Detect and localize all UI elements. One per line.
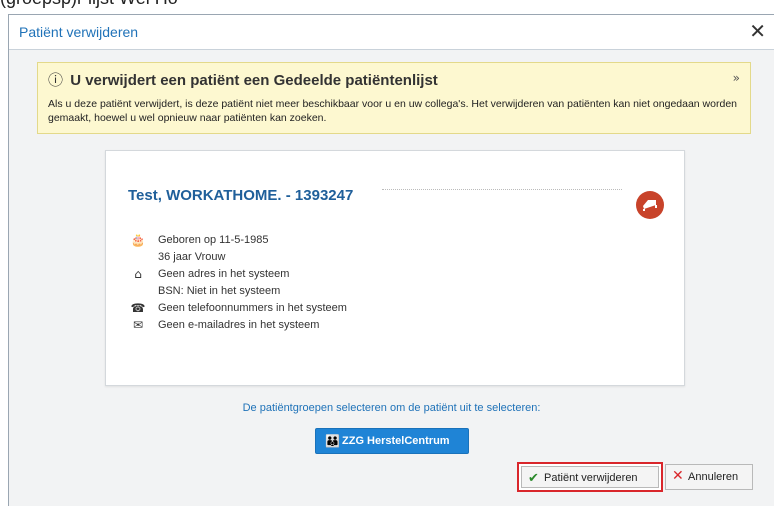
- delete-patient-dialog: Patiënt verwijderen ✕ ⓘ U verwijdert een…: [8, 14, 774, 506]
- phone-icon: ☎: [130, 301, 146, 315]
- patient-group-button[interactable]: 👪 ZZG HerstelCentrum: [315, 428, 469, 454]
- cancel-button-label: Annuleren: [688, 471, 739, 483]
- bsn: BSN: Niet in het systeem: [158, 285, 281, 297]
- home-icon: ⌂: [134, 267, 142, 281]
- warning-title: U verwijdert een patiënt een Gedeelde pa…: [70, 72, 438, 89]
- patient-name: Test, WORKATHOME. - 1393247: [128, 187, 354, 204]
- dialog-title: Patiënt verwijderen: [19, 24, 139, 40]
- warning-body: Als u deze patiënt verwijdert, is deze p…: [48, 98, 737, 124]
- delete-patient-button[interactable]: ✔ Patiënt verwijderen: [517, 462, 663, 492]
- birthday-cake-icon: 🎂: [130, 233, 146, 247]
- info-icon: ⓘ: [48, 71, 64, 89]
- warning-title-row: ⓘ U verwijdert een patiënt een Gedeelde …: [48, 69, 438, 90]
- email-icon: ✉: [132, 318, 144, 332]
- dialog-body: ⓘ U verwijdert een patiënt een Gedeelde …: [9, 50, 774, 506]
- age-gender: 36 jaar Vrouw: [158, 251, 226, 263]
- background-page-text: (groepsp)r lijst Wel Ho: [0, 0, 178, 9]
- cancel-x-icon: ✕: [672, 468, 684, 484]
- patient-card: Test, WORKATHOME. - 1393247 🎂 Geboren op…: [105, 150, 685, 386]
- bed-icon: [636, 191, 664, 219]
- email: Geen e-mailadres in het systeem: [158, 319, 320, 331]
- collapse-chevron-icon[interactable]: »: [733, 71, 740, 85]
- address: Geen adres in het systeem: [158, 268, 290, 280]
- delete-button-inner: ✔ Patiënt verwijderen: [521, 466, 659, 488]
- group-icon: 👪: [325, 434, 340, 448]
- patient-groups-label: De patiëntgroepen selecteren om de patië…: [242, 402, 541, 414]
- cancel-button[interactable]: ✕ Annuleren: [665, 464, 753, 490]
- divider: [382, 189, 622, 190]
- close-icon[interactable]: ✕: [749, 20, 766, 42]
- delete-button-label: Patiënt verwijderen: [544, 472, 638, 484]
- checkmark-icon: ✔: [528, 471, 539, 486]
- patient-group-label: ZZG HerstelCentrum: [342, 435, 450, 447]
- birth-date: Geboren op 11-5-1985: [158, 234, 269, 246]
- dialog-titlebar: Patiënt verwijderen ✕: [9, 15, 774, 50]
- phone: Geen telefoonnummers in het systeem: [158, 302, 347, 314]
- warning-panel: ⓘ U verwijdert een patiënt een Gedeelde …: [37, 62, 751, 134]
